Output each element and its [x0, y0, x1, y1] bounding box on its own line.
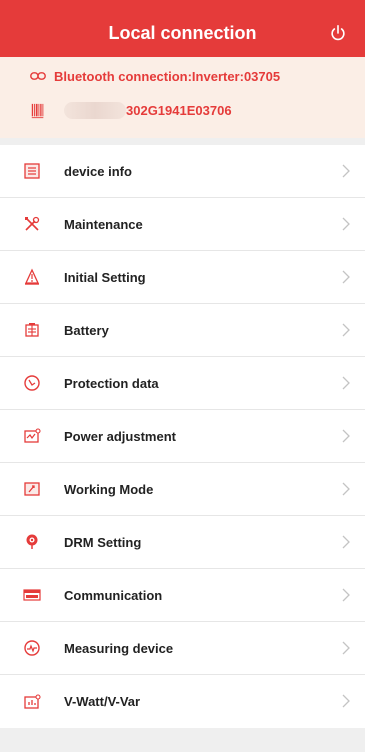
serial-number-text: 302G1941E03706 — [126, 103, 232, 118]
power-icon[interactable] — [329, 24, 347, 42]
chevron-right-icon — [342, 376, 350, 390]
tools-icon — [25, 216, 40, 231]
menu-item-label: Working Mode — [64, 481, 154, 497]
menu-item-initial-setting[interactable]: Initial Setting — [0, 251, 365, 304]
drm-icon — [26, 534, 38, 549]
measuring-icon — [24, 640, 40, 656]
menu-item-device-info[interactable]: device info — [0, 145, 365, 198]
link-icon — [30, 72, 46, 80]
bottom-spacer — [0, 728, 365, 752]
chevron-right-icon — [342, 535, 350, 549]
menu-item-label: Initial Setting — [64, 269, 146, 285]
chevron-right-icon — [342, 270, 350, 284]
connection-panel: Bluetooth connection:Inverter:03705 302G… — [0, 57, 365, 138]
chevron-right-icon — [342, 429, 350, 443]
protection-icon — [24, 375, 40, 391]
menu-item-label: Power adjustment — [64, 428, 176, 444]
menu-item-measuring-device[interactable]: Measuring device — [0, 622, 365, 675]
chevron-right-icon — [342, 694, 350, 708]
page-title: Local connection — [108, 23, 257, 43]
menu-item-label: Measuring device — [64, 640, 174, 656]
chevron-right-icon — [342, 588, 350, 602]
document-icon — [24, 163, 40, 179]
menu-item-label: Maintenance — [64, 216, 143, 232]
menu-item-label: Communication — [64, 587, 163, 603]
menu-item-maintenance[interactable]: Maintenance — [0, 198, 365, 251]
menu-item-label: Protection data — [64, 375, 159, 391]
serial-number-row: 302G1941E03706 — [30, 102, 232, 119]
chart-icon — [24, 693, 41, 709]
chevron-right-icon — [342, 323, 350, 337]
menu-item-label: DRM Setting — [64, 534, 142, 550]
battery-icon — [25, 323, 39, 337]
menu-item-label: V-Watt/V-Var — [64, 694, 141, 709]
bluetooth-connection-row: Bluetooth connection:Inverter:03705 — [30, 68, 280, 84]
settings-menu: device info Maintenance Initial Setting — [0, 145, 365, 728]
barcode-icon — [31, 103, 44, 118]
chevron-right-icon — [342, 482, 350, 496]
redacted-serial-prefix — [64, 102, 126, 119]
top-bar: Local connection — [0, 0, 365, 57]
menu-item-label: Battery — [64, 322, 109, 338]
menu-item-label: device info — [64, 163, 132, 179]
settings-icon — [24, 268, 40, 285]
menu-item-power-adjustment[interactable]: Power adjustment — [0, 410, 365, 463]
bluetooth-connection-text: Bluetooth connection:Inverter:03705 — [54, 68, 281, 84]
menu-item-drm-setting[interactable]: DRM Setting — [0, 516, 365, 569]
power-adjust-icon — [24, 428, 41, 443]
chevron-right-icon — [342, 164, 350, 178]
communication-icon — [23, 589, 41, 601]
chevron-right-icon — [342, 641, 350, 655]
menu-item-working-mode[interactable]: Working Mode — [0, 463, 365, 516]
menu-item-battery[interactable]: Battery — [0, 304, 365, 357]
chevron-right-icon — [342, 217, 350, 231]
working-mode-icon — [24, 482, 40, 496]
menu-item-communication[interactable]: Communication — [0, 569, 365, 622]
menu-item-protection-data[interactable]: Protection data — [0, 357, 365, 410]
menu-item-v-watt-v-var[interactable]: V-Watt/V-Var — [0, 675, 365, 728]
